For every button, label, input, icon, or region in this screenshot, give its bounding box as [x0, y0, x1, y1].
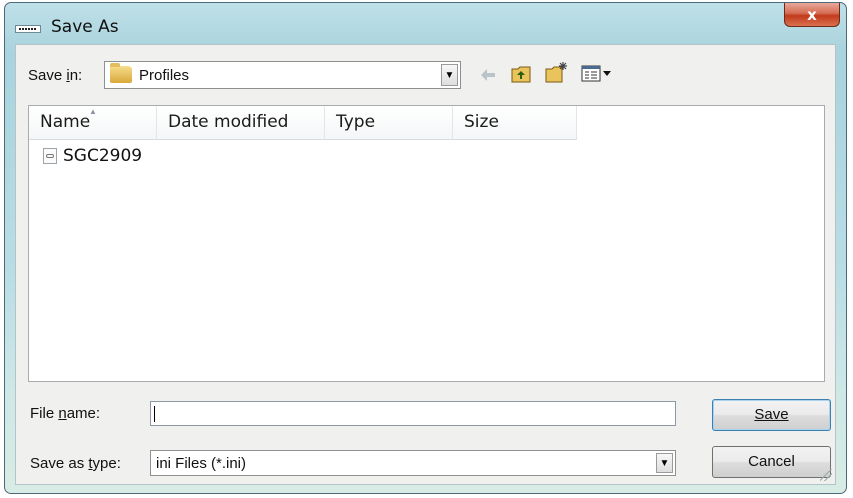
app-icon: [15, 25, 41, 33]
save-as-type-select[interactable]: ini Files (*.ini) ▼: [150, 450, 676, 476]
save-in-value: Profiles: [139, 67, 190, 84]
sort-arrow-icon: ▲: [89, 107, 97, 116]
save-in-combo[interactable]: Profiles ▼: [104, 61, 461, 89]
column-header-date-modified[interactable]: Date modified: [157, 106, 325, 139]
save-as-type-label: Save as type:: [30, 455, 121, 472]
text-caret: [154, 406, 155, 422]
save-as-type-value: ini Files (*.ini): [156, 455, 247, 472]
file-list[interactable]: Name Date modified Type Size ▲ SGC2909: [28, 105, 825, 382]
back-arrow-icon[interactable]: [478, 65, 498, 85]
settings-file-icon: [43, 148, 57, 164]
file-name-input[interactable]: [150, 401, 676, 426]
save-button[interactable]: Save: [712, 399, 831, 431]
view-menu-icon[interactable]: [580, 63, 614, 85]
dialog-body: Save in: Profiles ▼ Name Date modified T…: [15, 44, 836, 485]
save-as-dialog: Save As x Save in: Profiles ▼ Name Date …: [4, 2, 847, 494]
chevron-down-icon[interactable]: ▼: [656, 453, 673, 473]
list-item[interactable]: SGC2909: [43, 145, 142, 167]
cancel-button[interactable]: Cancel: [712, 446, 831, 478]
column-header-size[interactable]: Size: [453, 106, 577, 139]
dialog-title: Save As: [51, 17, 119, 37]
title-bar[interactable]: Save As x: [5, 3, 846, 43]
column-header-type[interactable]: Type: [325, 106, 453, 139]
resize-grip[interactable]: [820, 469, 832, 481]
file-item-name: SGC2909: [63, 146, 143, 166]
chevron-down-icon[interactable]: ▼: [441, 64, 458, 86]
up-folder-icon[interactable]: [510, 63, 532, 85]
new-folder-icon[interactable]: [544, 60, 570, 85]
save-in-label: Save in:: [28, 67, 83, 84]
folder-icon: [110, 63, 132, 83]
close-button[interactable]: x: [784, 3, 840, 27]
list-header: Name Date modified Type Size: [29, 106, 577, 140]
file-name-label: File name:: [30, 405, 101, 422]
